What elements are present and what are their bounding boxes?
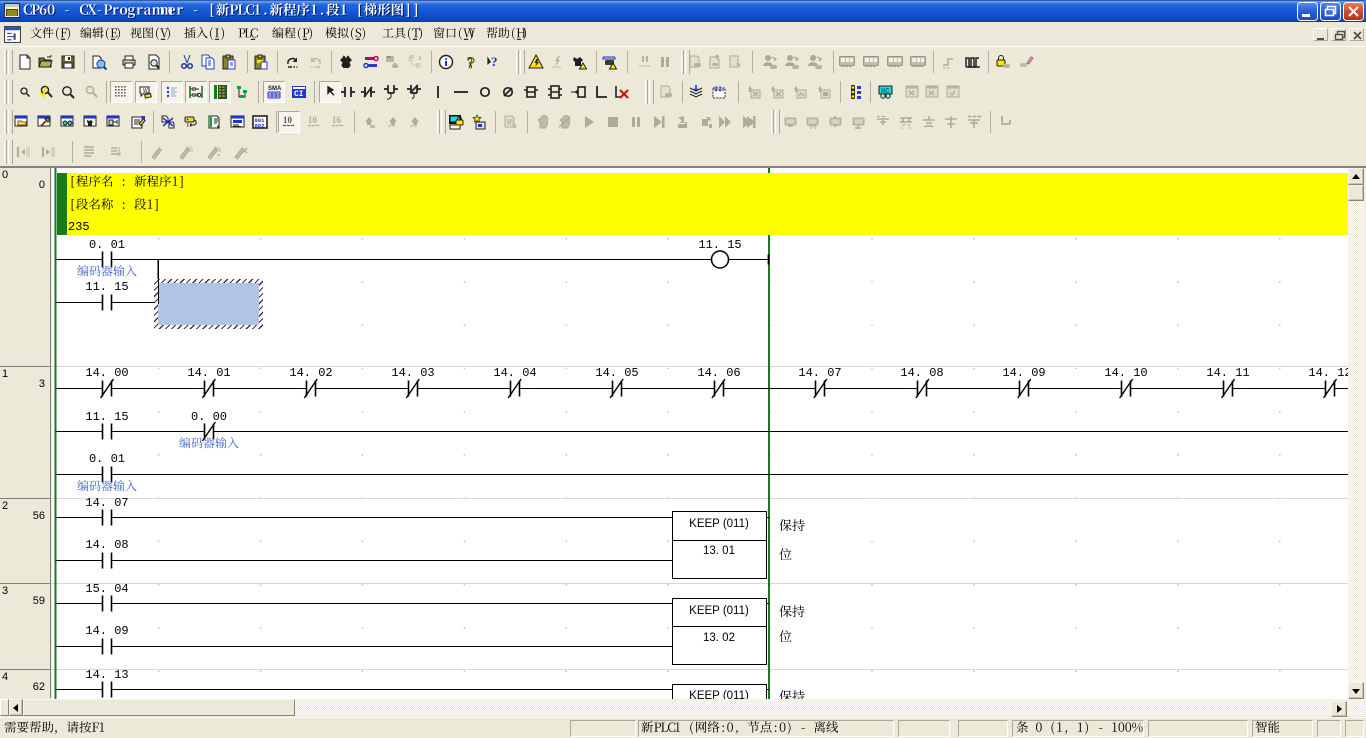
svg-text:A: A	[408, 57, 413, 64]
svg-text:?: ?	[491, 54, 498, 69]
svg-text:16: 16	[332, 115, 342, 125]
svg-text:10: 10	[308, 115, 318, 125]
svg-text:CI: CI	[294, 90, 304, 99]
svg-text:%: %	[186, 145, 193, 154]
svg-text:%: %	[214, 145, 221, 154]
svg-text:10: 10	[283, 115, 293, 125]
svg-text:?: ?	[467, 55, 475, 70]
svg-text:002: 002	[255, 123, 265, 130]
svg-text:SMA: SMA	[268, 86, 282, 92]
svg-text:W: W	[143, 88, 148, 94]
